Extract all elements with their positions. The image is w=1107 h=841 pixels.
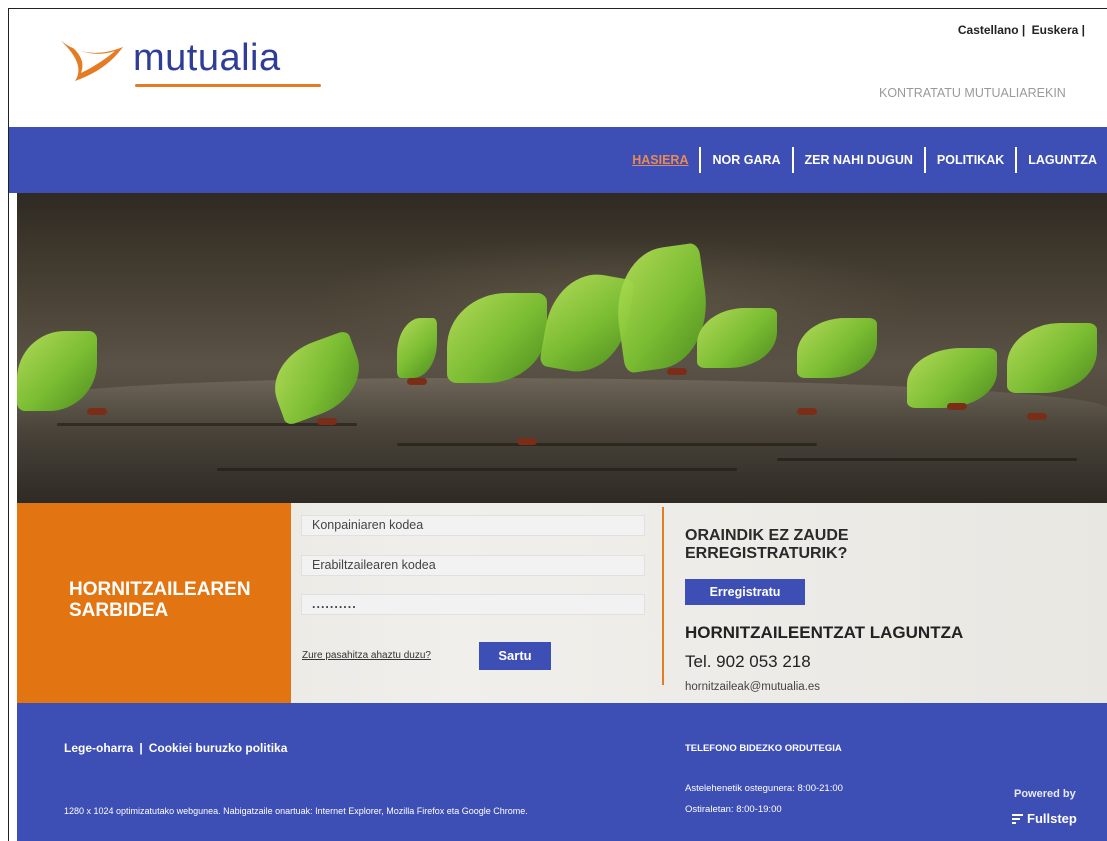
- user-code-input[interactable]: Erabiltzailearen kodea: [301, 555, 645, 576]
- logo-underline: [135, 84, 321, 87]
- page-frame: mutualia Castellano | Euskera | KONTRATA…: [8, 8, 1107, 841]
- main-nav: HASIERA NOR GARA ZER NAHI DUGUN POLITIKA…: [9, 127, 1107, 193]
- forgot-password-link[interactable]: Zure pasahitza ahaztu duzu?: [302, 650, 431, 661]
- help-email[interactable]: hornitzaileak@mutualia.es: [685, 681, 820, 693]
- language-euskera[interactable]: Euskera |: [1032, 23, 1085, 37]
- phone-hours-friday: Ostiraletan: 8:00-19:00: [685, 804, 782, 815]
- ant: [407, 378, 427, 385]
- register-title: ORAINDIK EZ ZAUDE ERREGISTRATURIK?: [685, 527, 849, 562]
- bark-line: [217, 468, 737, 471]
- powered-by-label: Powered by: [1014, 788, 1076, 800]
- password-input[interactable]: ..........: [301, 594, 645, 615]
- nav-item-zer-nahi-dugun[interactable]: ZER NAHI DUGUN: [794, 153, 924, 167]
- leaf: [1007, 323, 1097, 393]
- ant: [317, 418, 337, 425]
- bark-line: [397, 443, 817, 446]
- help-phone: Tel. 902 053 218: [685, 652, 811, 671]
- supplier-help-title: HORNITZAILEENTZAT LAGUNTZA: [685, 623, 964, 642]
- fullstep-text: Fullstep: [1027, 811, 1077, 826]
- company-code-input[interactable]: Konpainiaren kodea: [301, 515, 645, 536]
- language-castellano[interactable]: Castellano |: [958, 23, 1025, 37]
- ant: [667, 368, 687, 375]
- mutualia-logo[interactable]: mutualia: [53, 27, 321, 97]
- login-button[interactable]: Sartu: [479, 642, 551, 670]
- fullstep-logo[interactable]: Fullstep: [1012, 811, 1077, 826]
- register-button[interactable]: Erregistratu: [685, 579, 805, 605]
- browser-note: 1280 x 1024 optimizatutako webgunea. Nab…: [64, 806, 528, 816]
- phone-hours-weekdays: Astelehenetik ostegunera: 8:00-21:00: [685, 783, 843, 794]
- ant: [947, 403, 967, 410]
- leaf: [797, 318, 877, 378]
- leaf: [447, 293, 547, 383]
- footer: Lege-oharra | Cookiei buruzko politika 128…: [17, 703, 1107, 841]
- leaf: [697, 308, 777, 368]
- ant: [797, 408, 817, 415]
- phone-hours-title: TELEFONO BIDEZKO ORDUTEGIA: [685, 743, 842, 754]
- bark-line: [777, 458, 1077, 461]
- leaf: [397, 318, 437, 378]
- bark-line: [57, 423, 357, 426]
- nav-item-hasiera[interactable]: HASIERA: [621, 153, 699, 167]
- fullstep-icon: [1012, 813, 1023, 824]
- legal-notice-link[interactable]: Lege-oharra: [64, 741, 133, 755]
- logo-swoosh-icon: [57, 37, 123, 81]
- supplier-access-title: HORNITZAILEAREN SARBIDEA: [69, 579, 251, 621]
- ant: [87, 408, 107, 415]
- nav-item-laguntza[interactable]: LAGUNTZA: [1017, 153, 1107, 167]
- logo-text: mutualia: [133, 37, 281, 79]
- cookie-policy-link[interactable]: Cookiei buruzko politika: [149, 741, 288, 755]
- hero-image: [17, 193, 1107, 503]
- ant: [1027, 413, 1047, 420]
- contract-link[interactable]: KONTRATATU MUTUALIAREKIN: [879, 86, 1066, 100]
- language-switcher: Castellano | Euskera |: [955, 23, 1085, 37]
- nav-item-politikak[interactable]: POLITIKAK: [926, 153, 1015, 167]
- section-divider: [662, 507, 664, 685]
- supplier-access-panel: HORNITZAILEAREN SARBIDEA: [17, 503, 291, 703]
- footer-links: Lege-oharra | Cookiei buruzko politika: [64, 741, 288, 755]
- ant: [517, 438, 537, 445]
- nav-item-nor-gara[interactable]: NOR GARA: [701, 153, 791, 167]
